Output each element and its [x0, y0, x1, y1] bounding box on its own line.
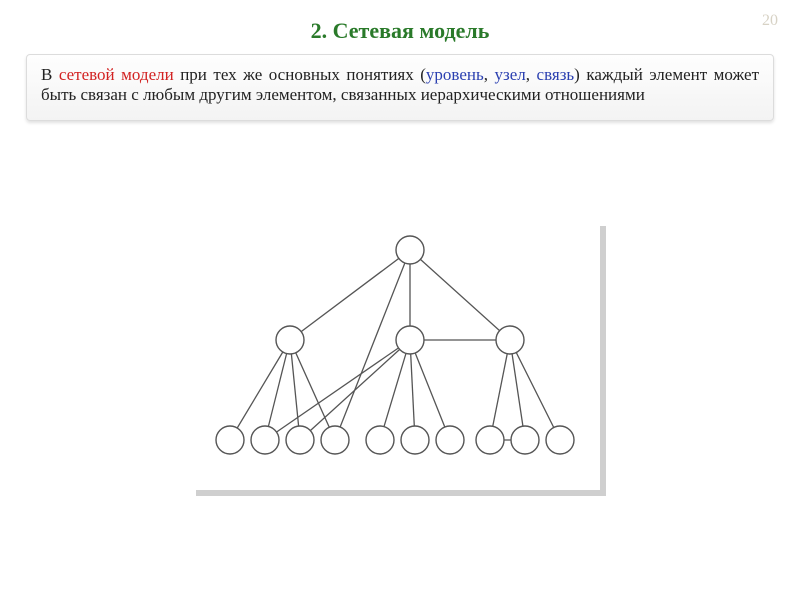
page-number: 20 — [762, 12, 778, 30]
diagram-edge — [290, 340, 300, 440]
diagram-node — [396, 326, 424, 354]
desc-text: , — [484, 65, 495, 84]
diagram-panel — [190, 220, 600, 490]
desc-blue-node: узел — [495, 65, 526, 84]
description-box: В сетевой модели при тех же основных пон… — [26, 54, 774, 121]
network-diagram — [190, 220, 610, 500]
diagram-edge — [290, 340, 335, 440]
desc-red: сетевой модели — [59, 65, 174, 84]
diagram-edge — [230, 340, 290, 440]
diagram-node — [496, 326, 524, 354]
diagram-node — [276, 326, 304, 354]
diagram-edge — [490, 340, 510, 440]
diagram-node — [251, 426, 279, 454]
diagram-edge — [300, 340, 410, 440]
desc-blue-link: связь — [537, 65, 575, 84]
diagram-svg — [190, 220, 600, 490]
diagram-node — [401, 426, 429, 454]
diagram-node — [321, 426, 349, 454]
diagram-edge — [410, 250, 510, 340]
page-title: 2. Сетевая модель — [0, 0, 800, 54]
diagram-edge — [410, 340, 450, 440]
diagram-node — [286, 426, 314, 454]
diagram-node — [511, 426, 539, 454]
desc-blue-level: уровень — [426, 65, 484, 84]
diagram-node — [396, 236, 424, 264]
diagram-node — [476, 426, 504, 454]
desc-text: В — [41, 65, 59, 84]
desc-text: при тех же основных понятиях ( — [174, 65, 426, 84]
desc-text: , — [526, 65, 537, 84]
diagram-node — [366, 426, 394, 454]
diagram-node — [216, 426, 244, 454]
diagram-edge — [410, 340, 415, 440]
diagram-edge — [380, 340, 410, 440]
diagram-node — [436, 426, 464, 454]
diagram-node — [546, 426, 574, 454]
